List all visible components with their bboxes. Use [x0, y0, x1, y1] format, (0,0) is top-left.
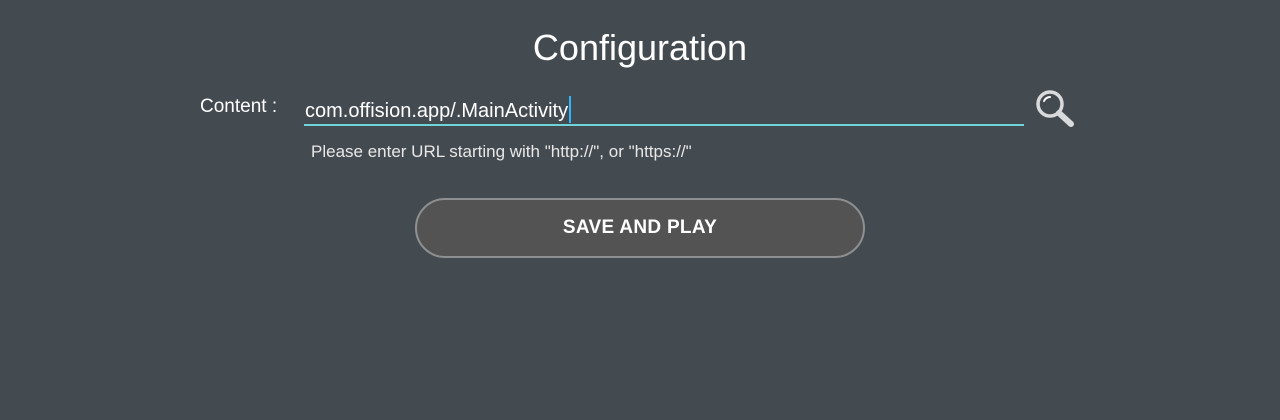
page-title: Configuration: [532, 27, 748, 68]
url-hint: Please enter URL starting with "http://"…: [311, 142, 692, 161]
save-and-play-button[interactable]: SAVE AND PLAY: [415, 198, 865, 258]
content-input[interactable]: com.offision.app/.MainActivity: [304, 92, 1024, 126]
content-label: Content :: [200, 96, 278, 117]
search-button[interactable]: [1034, 88, 1078, 130]
search-icon: [1036, 90, 1074, 127]
content-input-value[interactable]: com.offision.app/.MainActivity: [305, 96, 572, 124]
text-caret: [569, 96, 572, 123]
